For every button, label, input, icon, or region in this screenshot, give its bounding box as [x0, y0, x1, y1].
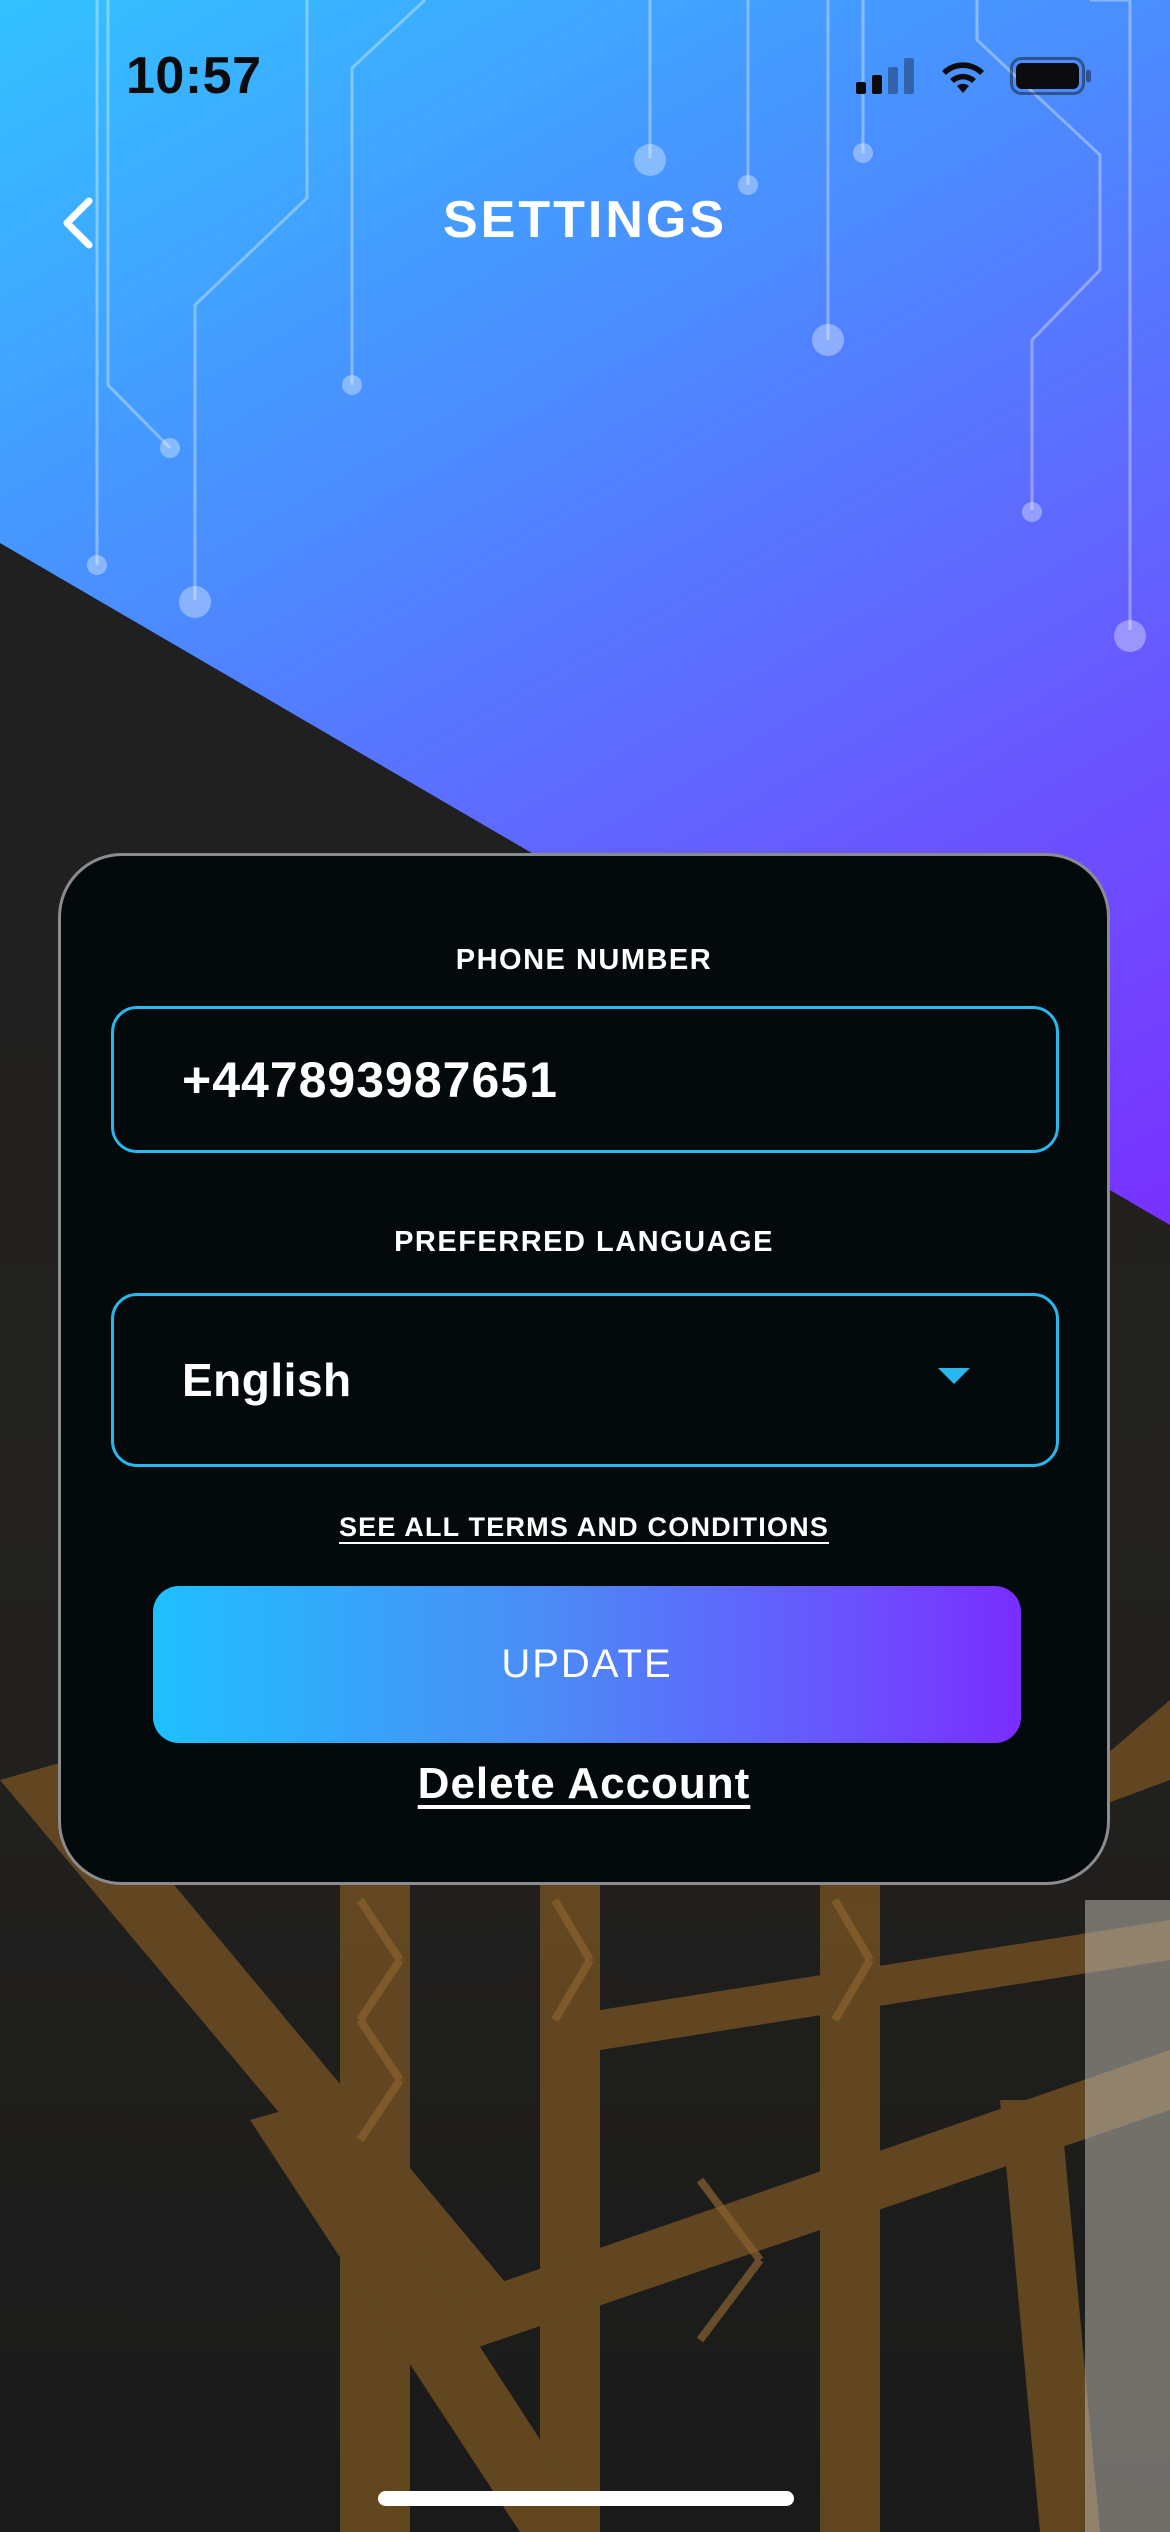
home-indicator[interactable] — [378, 2491, 794, 2506]
update-button-label: UPDATE — [501, 1642, 673, 1686]
wifi-icon — [942, 62, 984, 93]
update-button[interactable]: UPDATE — [153, 1586, 1021, 1743]
cellular-signal-icon — [856, 58, 914, 94]
phone-number-label: PHONE NUMBER — [455, 944, 713, 976]
phone-number-field[interactable] — [111, 1006, 1059, 1153]
page-title: SETTINGS — [442, 191, 728, 249]
delete-account-link[interactable]: Delete Account — [61, 1759, 1107, 1809]
preferred-language-label: PREFERRED LANGUAGE — [394, 1226, 774, 1258]
caret-down-icon — [938, 1368, 970, 1384]
settings-card: PHONE NUMBER PREFERRED LANGUAGE English … — [58, 853, 1110, 1885]
battery-icon — [1010, 57, 1091, 95]
language-select[interactable]: English — [111, 1293, 1059, 1467]
settings-screen: 10:57 SETTINGS PHONE NUMBER PREF — [0, 0, 1170, 2532]
terms-and-conditions-link[interactable]: SEE ALL TERMS AND CONDITIONS — [61, 1512, 1107, 1543]
phone-number-input[interactable] — [182, 1050, 1056, 1109]
status-icons — [856, 56, 1092, 96]
language-selected-value: English — [182, 1354, 352, 1406]
status-time: 10:57 — [126, 47, 262, 105]
